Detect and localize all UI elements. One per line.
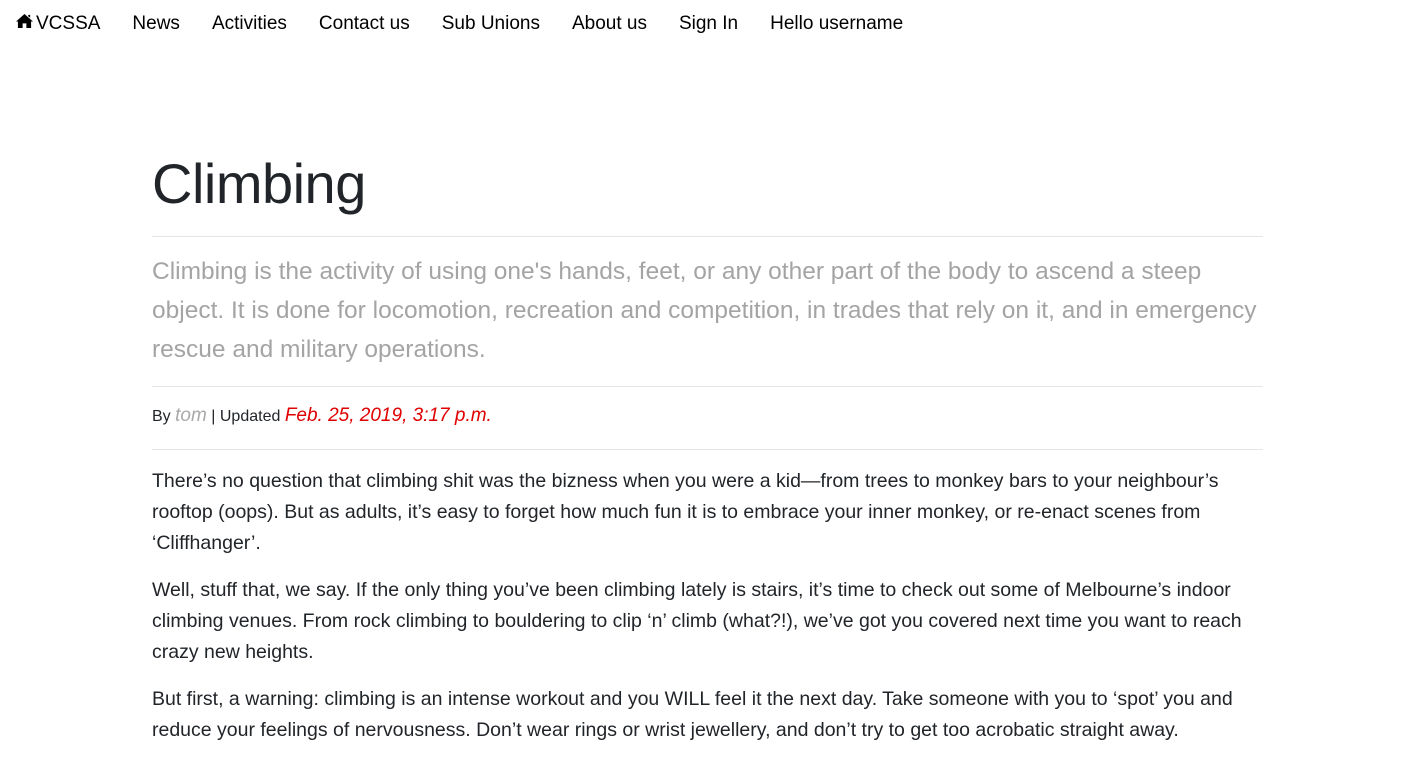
nav-contact-us[interactable]: Contact us	[319, 13, 410, 35]
lead-text: Climbing is the activity of using one's …	[152, 258, 1257, 363]
nav-news[interactable]: News	[132, 13, 180, 35]
home-icon	[15, 13, 36, 35]
byline-by-label: By	[152, 408, 171, 425]
divider	[152, 386, 1263, 387]
byline-updated-label: | Updated	[211, 408, 281, 425]
updated-date: Feb. 25, 2019, 3:17 p.m.	[284, 405, 492, 426]
nav-sub-unions[interactable]: Sub Unions	[442, 13, 540, 35]
nav-sign-in[interactable]: Sign In	[679, 13, 738, 35]
author-link[interactable]: tom	[175, 405, 207, 426]
brand-link[interactable]: VCSSA	[15, 13, 100, 35]
body-paragraph: But first, a warning: climbing is an int…	[152, 688, 1233, 741]
nav-about-us[interactable]: About us	[572, 13, 647, 35]
nav-user-greeting[interactable]: Hello username	[770, 13, 903, 35]
byline: By tom | Updated Feb. 25, 2019, 3:17 p.m…	[152, 405, 492, 427]
body-paragraph: There’s no question that climbing shit w…	[152, 470, 1219, 554]
brand-label: VCSSA	[36, 13, 101, 34]
page-title: Climbing	[152, 152, 366, 215]
divider	[152, 236, 1263, 237]
divider	[152, 449, 1263, 450]
article-body: There’s no question that climbing shit w…	[152, 466, 1263, 762]
nav-activities[interactable]: Activities	[212, 13, 287, 35]
top-navbar: VCSSA News Activities Contact us Sub Uni…	[0, 0, 1414, 48]
body-paragraph: Well, stuff that, we say. If the only th…	[152, 579, 1242, 663]
